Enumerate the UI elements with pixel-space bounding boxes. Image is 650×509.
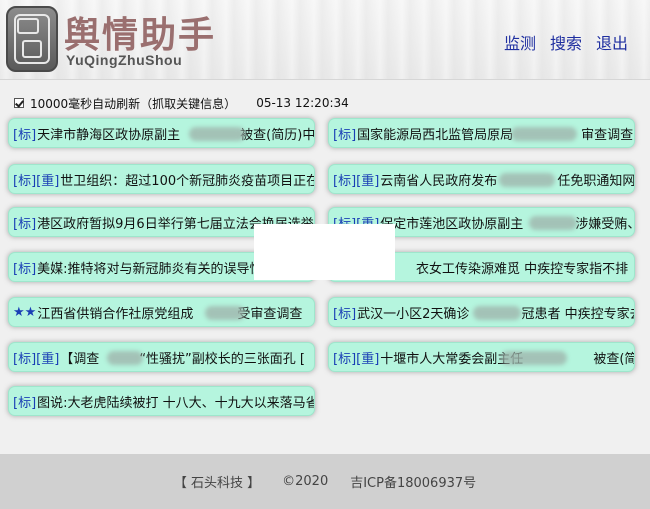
footer-company: 【 石头科技 】 xyxy=(173,476,261,491)
news-item[interactable]: [标][重] 世卫组织：超过100个新冠肺炎疫苗项目正在 xyxy=(8,164,315,194)
news-item[interactable]: [标][重]十堰市人大常委会副主任 被查(简历)中国经 xyxy=(328,342,635,372)
header-bar: 舆情助手 YuQingZhuShou 监测 搜索 退出 xyxy=(0,0,650,80)
news-item[interactable]: [标][重] 云南省人民政府发布 任免职通知网 xyxy=(328,164,635,194)
auto-refresh-bar: 10000毫秒自动刷新（抓取关键信息） 05-13 12:20:34 xyxy=(14,94,349,112)
news-item[interactable]: [标][重] 【调查 “性骚扰”副校长的三张面孔 [ xyxy=(8,342,315,372)
nav-monitor-link[interactable]: 监测 xyxy=(504,30,536,54)
auto-refresh-checkbox[interactable] xyxy=(14,98,24,108)
nav-logout-link[interactable]: 退出 xyxy=(596,30,628,54)
auto-refresh-label: 10000毫秒自动刷新（抓取关键信息） xyxy=(30,96,237,111)
footer-icp-link[interactable]: 吉ICP备18006937号 xyxy=(350,472,476,491)
news-item[interactable]: [标]武汉一小区2天确诊 冠患者 中疾控专家去洞 xyxy=(328,297,635,327)
top-nav: 监测 搜索 退出 xyxy=(504,30,628,54)
nav-search-link[interactable]: 搜索 xyxy=(550,30,582,54)
news-item[interactable]: [标] 图说:大老虎陆续被打 十八大、十九大以来落马省 xyxy=(8,386,315,416)
app-title: 舆情助手 xyxy=(64,14,217,56)
news-item[interactable]: [标]天津市静海区政协原副主 被查(简历)中国 xyxy=(8,118,315,148)
footer: 【 石头科技 】 ©2020 吉ICP备18006937号 xyxy=(0,454,650,509)
logo-seal-icon xyxy=(6,6,58,72)
last-refresh-time: 05-13 12:20:34 xyxy=(256,96,349,110)
footer-copyright: ©2020 xyxy=(282,474,329,489)
redaction-mask xyxy=(254,224,395,280)
app-subtitle: YuQingZhuShou xyxy=(66,52,183,68)
news-item[interactable]: ★★ 江西省供销合作社原党组成 受审查调查 xyxy=(8,297,315,327)
news-item[interactable]: [标] 国家能源局西北监管局原局 审查调查 xyxy=(328,118,635,148)
